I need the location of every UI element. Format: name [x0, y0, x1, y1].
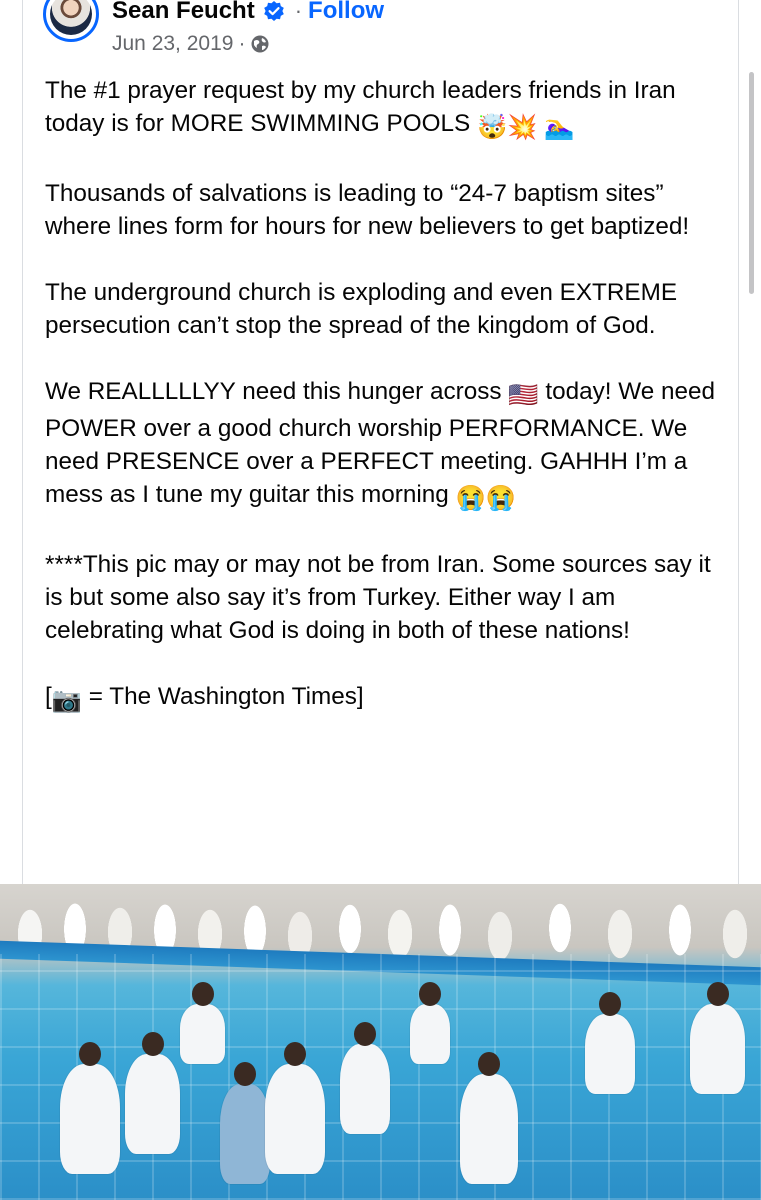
paragraph-3: The underground church is exploding and …: [45, 279, 678, 339]
photo-person: [460, 1052, 518, 1184]
paragraph-5: ****This pic may or may not be from Iran…: [45, 551, 711, 644]
post-header: Sean Feucht · Follow: [112, 0, 384, 28]
paragraph-2: Thousands of salvations is leading to “2…: [45, 180, 690, 240]
author-name[interactable]: Sean Feucht: [112, 0, 255, 25]
photo-person: [60, 1042, 120, 1174]
paragraph-1-text: The #1 prayer request by my church leade…: [45, 77, 676, 137]
post-photo[interactable]: [0, 884, 761, 1200]
post-date[interactable]: Jun 23, 2019: [112, 32, 233, 56]
photo-person: [125, 1032, 180, 1154]
photo-person: [690, 982, 745, 1094]
post-meta: Jun 23, 2019 ·: [112, 32, 270, 56]
crying-emoji: 😭😭: [455, 485, 517, 512]
verified-badge-icon: [263, 0, 285, 22]
paragraph-4-start: We REALLLLLYY need this hunger across: [45, 378, 502, 405]
meta-separator: ·: [238, 32, 246, 55]
paragraph-1: The #1 prayer request by my church leade…: [45, 74, 725, 144]
photo-person: [340, 1022, 390, 1134]
follow-button[interactable]: Follow: [308, 0, 384, 25]
camera-emoji: 📷: [51, 687, 83, 714]
globe-icon[interactable]: [250, 34, 270, 54]
photo-person: [410, 982, 450, 1064]
post-body: The #1 prayer request by my church leade…: [45, 74, 725, 717]
photo-person: [585, 992, 635, 1094]
us-flag-emoji: 🇺🇸: [508, 382, 539, 409]
post-card: Sean Feucht · Follow Jun 23, 2019 · The …: [0, 0, 761, 1200]
photo-person: [265, 1042, 325, 1174]
mind-blown-explosion-swimmer-emoji: 🤯💥 🏊‍♀️: [477, 114, 575, 141]
photo-credit: [📷 = The Washington Times]: [45, 680, 725, 717]
scrollbar[interactable]: [749, 72, 754, 294]
photo-person: [180, 982, 225, 1064]
photo-credit-text: = The Washington Times]: [88, 683, 364, 710]
header-separator: ·: [294, 0, 303, 23]
photo-person: [220, 1062, 270, 1184]
photo-credit-open: [: [45, 683, 52, 710]
avatar-photo: [50, 0, 92, 35]
paragraph-4: We REALLLLLYY need this hunger across 🇺🇸…: [45, 375, 725, 515]
